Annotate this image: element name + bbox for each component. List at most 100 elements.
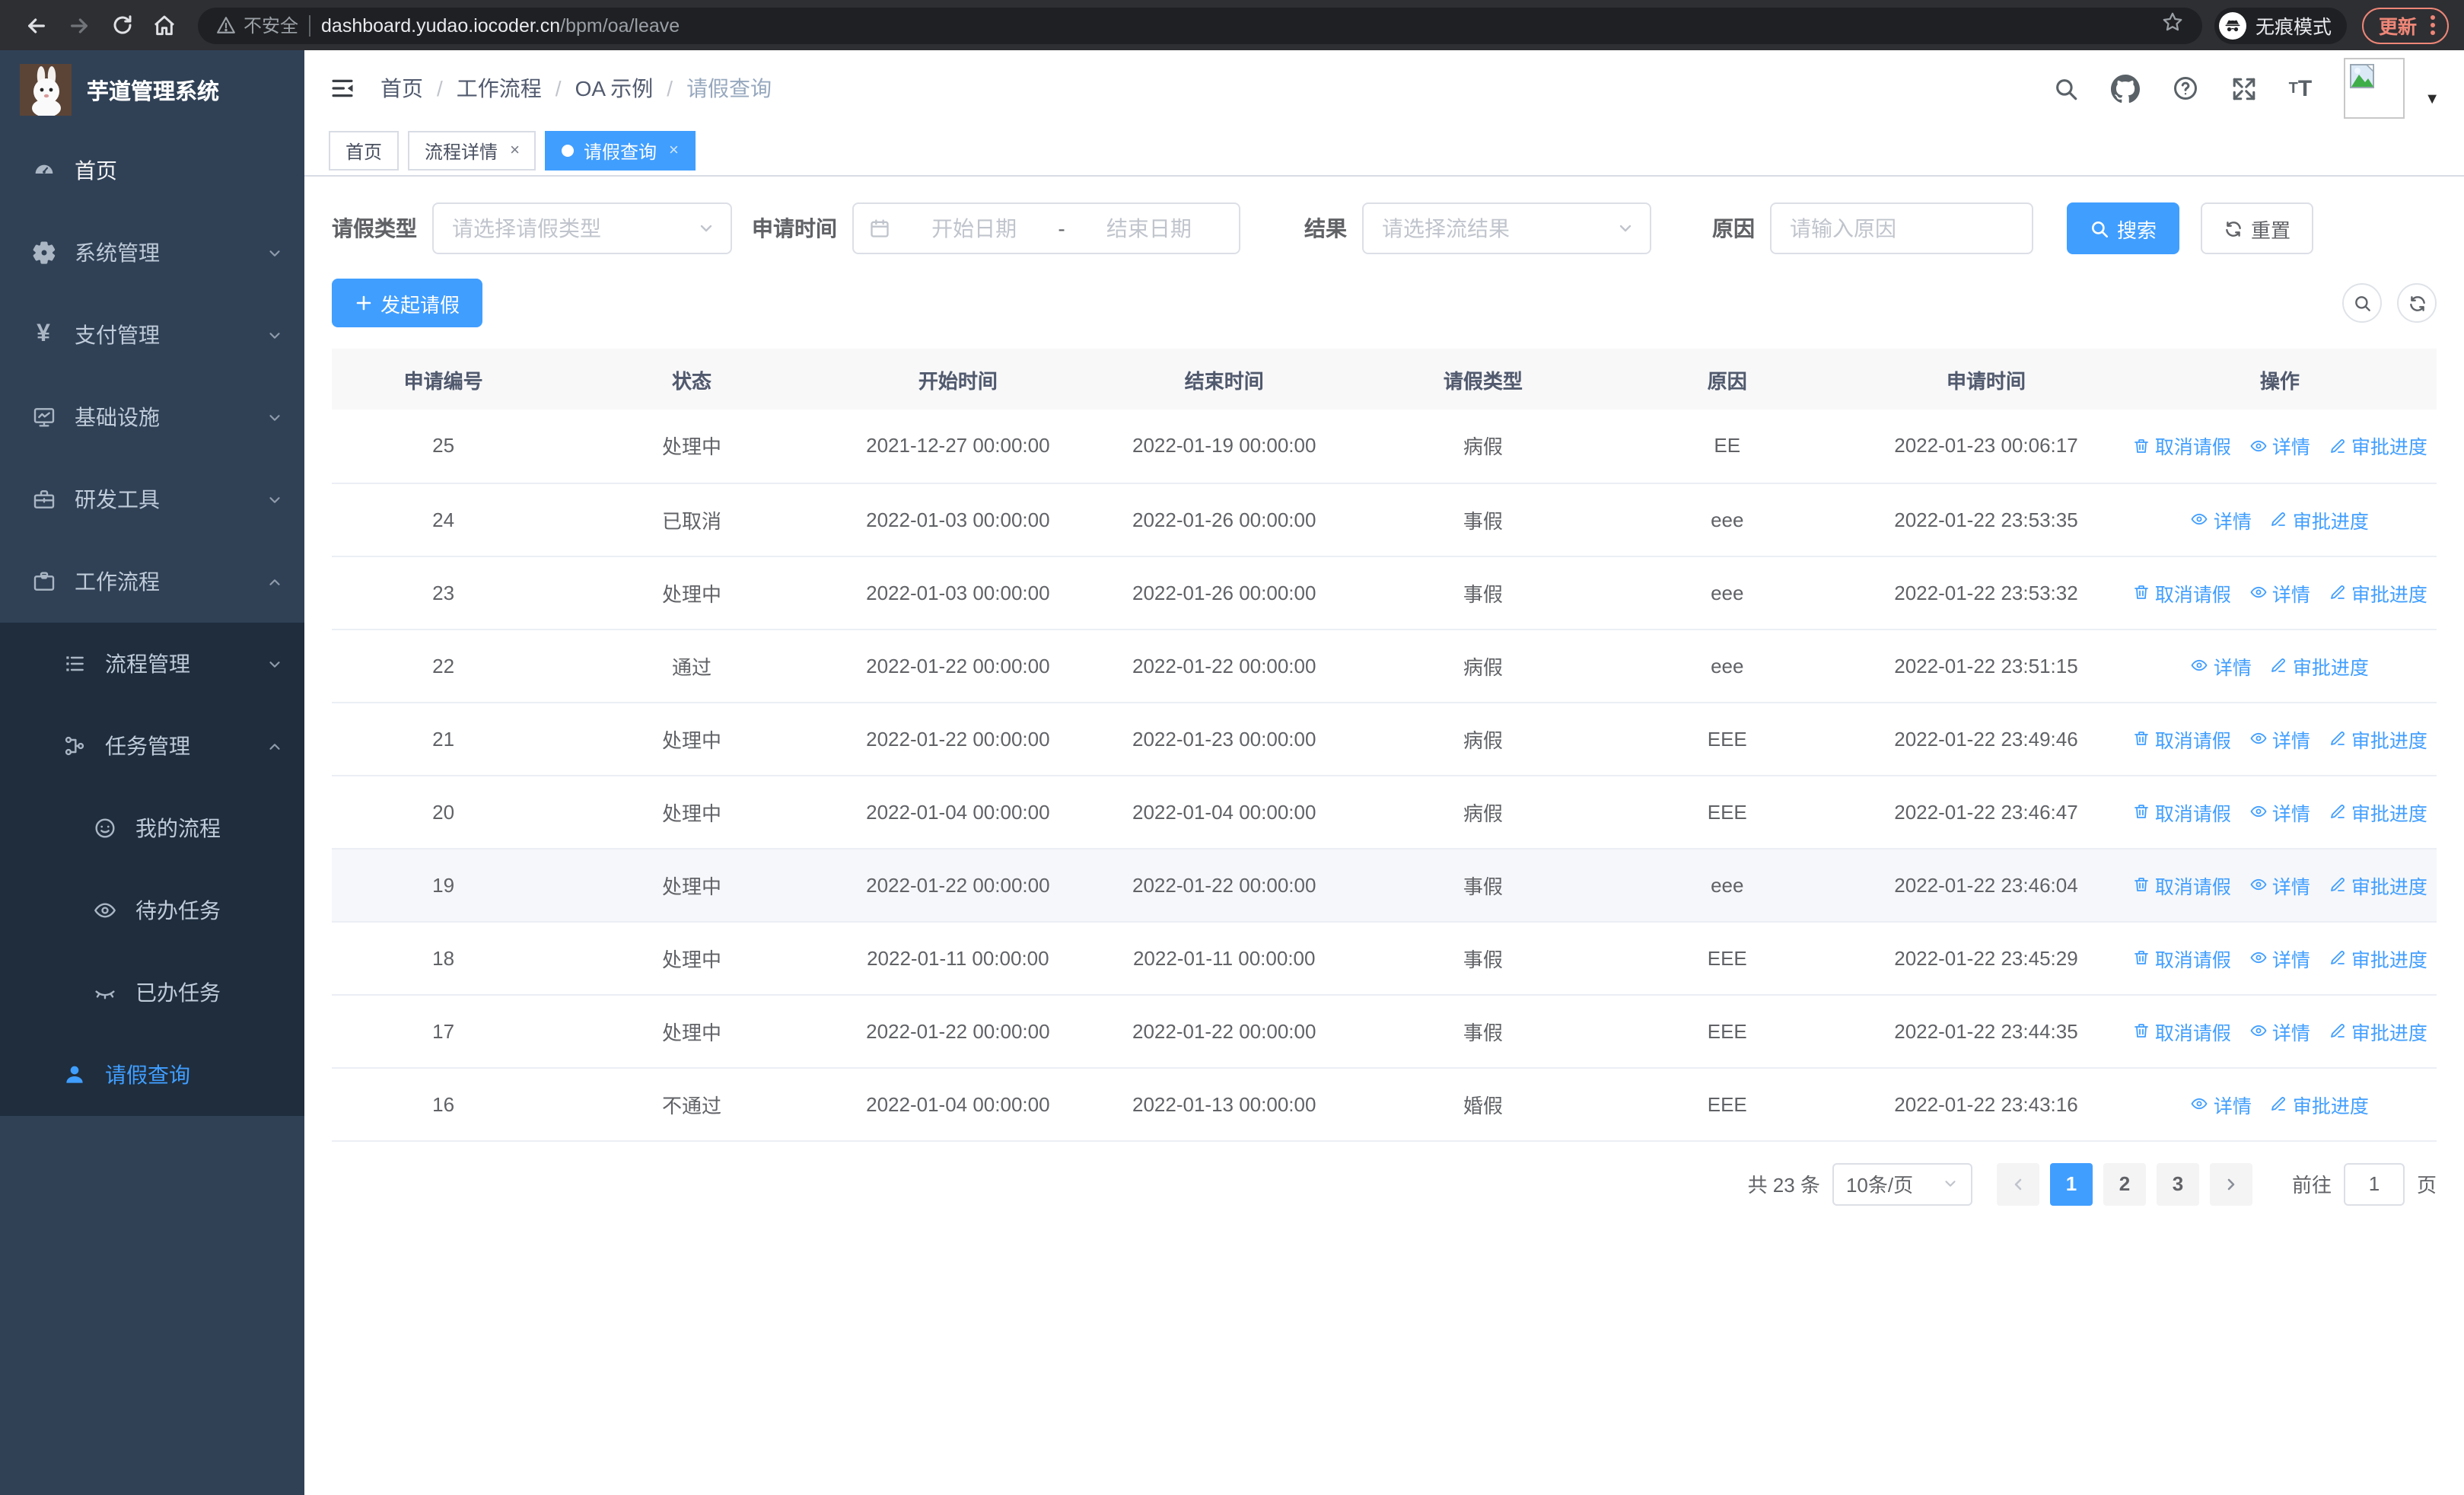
breadcrumb-item[interactable]: OA 示例: [575, 73, 654, 104]
page-button-1[interactable]: 1: [2049, 1162, 2093, 1205]
reset-button[interactable]: 重置: [2201, 202, 2314, 254]
page-size-select[interactable]: 10条/页: [1832, 1162, 1972, 1205]
detail-action-link[interactable]: 详情: [2249, 797, 2310, 826]
back-icon[interactable]: [15, 4, 58, 46]
sidebar-item-我的流程[interactable]: 我的流程: [0, 787, 304, 869]
sidebar-item-流程管理[interactable]: 流程管理: [0, 623, 304, 705]
github-icon[interactable]: [2110, 74, 2140, 103]
refresh-icon: [2226, 221, 2241, 236]
create-leave-button[interactable]: 发起请假: [332, 279, 483, 327]
detail-action-link[interactable]: 详情: [2249, 943, 2310, 972]
sidebar-item-基础设施[interactable]: 基础设施: [0, 376, 304, 458]
sidebar-item-label: 任务管理: [105, 734, 190, 758]
detail-eye-icon: [2249, 948, 2268, 967]
progress-action-link[interactable]: 审批进度: [2329, 578, 2427, 607]
table-header-row: 申请编号 状态 开始时间 结束时间 请假类型 原因 申请时间 操作: [332, 349, 2437, 410]
refresh-table-icon[interactable]: [2397, 283, 2437, 323]
table-row: 23 处理中 2022-01-03 00:00:00 2022-01-26 00:00…: [332, 556, 2437, 630]
detail-action-link[interactable]: 详情: [2249, 1016, 2310, 1045]
search-icon[interactable]: [2053, 75, 2079, 101]
font-size-icon[interactable]: TT: [2289, 75, 2313, 101]
progress-action-link[interactable]: 审批进度: [2329, 943, 2427, 972]
leave-table: 申请编号 状态 开始时间 结束时间 请假类型 原因 申请时间 操作 25 处理中 2021-12-…: [332, 349, 2437, 1141]
cancel-action-link[interactable]: 取消请假: [2132, 432, 2231, 461]
cell-reason: eee: [1605, 629, 1850, 703]
sidebar-item-待办任务[interactable]: 待办任务: [0, 869, 304, 952]
kebab-menu-icon[interactable]: [2431, 15, 2435, 35]
leave-type-select[interactable]: 请选择请假类型: [432, 202, 732, 254]
detail-action-link[interactable]: 详情: [2249, 724, 2310, 753]
detail-action-link[interactable]: 详情: [2191, 651, 2252, 680]
search-button[interactable]: 搜索: [2067, 202, 2180, 254]
cell-type: 病假: [1361, 702, 1606, 776]
tab-首页[interactable]: 首页: [329, 131, 400, 171]
sidebar-item-首页[interactable]: 首页: [0, 129, 304, 212]
cancel-action-link[interactable]: 取消请假: [2132, 1016, 2231, 1045]
breadcrumb-item[interactable]: 首页: [380, 73, 423, 104]
browser-update-button[interactable]: 更新: [2361, 7, 2449, 43]
sidebar-item-工作流程[interactable]: 工作流程: [0, 540, 304, 623]
table-row: 20 处理中 2022-01-04 00:00:00 2022-01-04 00:00…: [332, 775, 2437, 849]
security-status[interactable]: 不安全: [216, 12, 298, 38]
detail-action-link[interactable]: 详情: [2249, 870, 2310, 899]
cell-applied: 2022-01-22 23:43:16: [1849, 1067, 2123, 1141]
show-search-icon[interactable]: [2342, 283, 2382, 323]
reason-input[interactable]: [1790, 216, 2014, 241]
cancel-action-link[interactable]: 取消请假: [2132, 797, 2231, 826]
progress-action-link[interactable]: 审批进度: [2270, 505, 2369, 534]
detail-action-link[interactable]: 详情: [2249, 432, 2310, 461]
table-row: 19 处理中 2022-01-22 00:00:00 2022-01-22 00:00…: [332, 848, 2437, 922]
cell-applied: 2022-01-22 23:53:35: [1849, 483, 2123, 556]
progress-action-link[interactable]: 审批进度: [2329, 797, 2427, 826]
progress-action-link[interactable]: 审批进度: [2270, 1089, 2369, 1118]
goto-page-input[interactable]: [2343, 1162, 2405, 1205]
cancel-action-link[interactable]: 取消请假: [2132, 578, 2231, 607]
cancel-action-link[interactable]: 取消请假: [2132, 870, 2231, 899]
reload-icon[interactable]: [100, 4, 143, 46]
sidebar-item-请假查询[interactable]: 请假查询: [0, 1034, 304, 1116]
sidebar-item-label: 请假查询: [105, 1063, 190, 1087]
calendar-icon: [869, 218, 890, 239]
app-logo-row[interactable]: 芋道管理系统: [0, 50, 304, 129]
forward-icon[interactable]: [58, 4, 100, 46]
prev-page-icon[interactable]: [1996, 1162, 2039, 1205]
detail-action-link[interactable]: 详情: [2191, 505, 2252, 534]
sidebar-item-研发工具[interactable]: 研发工具: [0, 458, 304, 540]
sidebar-item-支付管理[interactable]: ¥ 支付管理: [0, 294, 304, 376]
apply-time-range-picker[interactable]: 开始日期 - 结束日期: [852, 202, 1240, 254]
pen-icon: [2329, 729, 2347, 748]
star-icon[interactable]: [2161, 10, 2184, 40]
progress-action-link[interactable]: 审批进度: [2329, 870, 2427, 899]
sidebar-item-系统管理[interactable]: 系统管理: [0, 212, 304, 294]
sidebar-fold-icon[interactable]: [329, 75, 356, 102]
url-bar[interactable]: 不安全 dashboard.yudao.iocoder.cn/bpm/oa/le…: [198, 7, 2202, 43]
close-icon[interactable]: ×: [669, 142, 679, 160]
progress-action-link[interactable]: 审批进度: [2329, 432, 2427, 461]
date-start-placeholder[interactable]: 开始日期: [899, 213, 1049, 244]
detail-action-link[interactable]: 详情: [2191, 1089, 2252, 1118]
breadcrumb-item[interactable]: 工作流程: [457, 73, 542, 104]
progress-action-link[interactable]: 审批进度: [2270, 651, 2369, 680]
progress-action-link[interactable]: 审批进度: [2329, 724, 2427, 753]
cancel-action-link[interactable]: 取消请假: [2132, 724, 2231, 753]
page-button-2[interactable]: 2: [2103, 1162, 2146, 1205]
close-icon[interactable]: ×: [510, 142, 520, 160]
page-button-3[interactable]: 3: [2156, 1162, 2199, 1205]
tab-流程详情[interactable]: 流程详情 ×: [408, 131, 536, 171]
result-select[interactable]: 请选择流结果: [1362, 202, 1651, 254]
sidebar-item-已办任务[interactable]: 已办任务: [0, 952, 304, 1034]
fullscreen-icon[interactable]: [2231, 75, 2257, 101]
next-page-icon[interactable]: [2209, 1162, 2252, 1205]
sidebar-item-label: 系统管理: [75, 241, 160, 265]
home-icon[interactable]: [143, 4, 186, 46]
tab-请假查询[interactable]: 请假查询 ×: [545, 131, 696, 171]
date-end-placeholder[interactable]: 结束日期: [1074, 213, 1224, 244]
detail-action-link[interactable]: 详情: [2249, 578, 2310, 607]
help-icon[interactable]: [2172, 75, 2199, 102]
cancel-action-link[interactable]: 取消请假: [2132, 943, 2231, 972]
cell-end: 2022-01-23 00:00:00: [1087, 702, 1361, 776]
caret-down-icon[interactable]: ▼: [2424, 91, 2440, 107]
avatar[interactable]: [2344, 58, 2405, 119]
progress-action-link[interactable]: 审批进度: [2329, 1016, 2427, 1045]
sidebar-item-任务管理[interactable]: 任务管理: [0, 705, 304, 787]
